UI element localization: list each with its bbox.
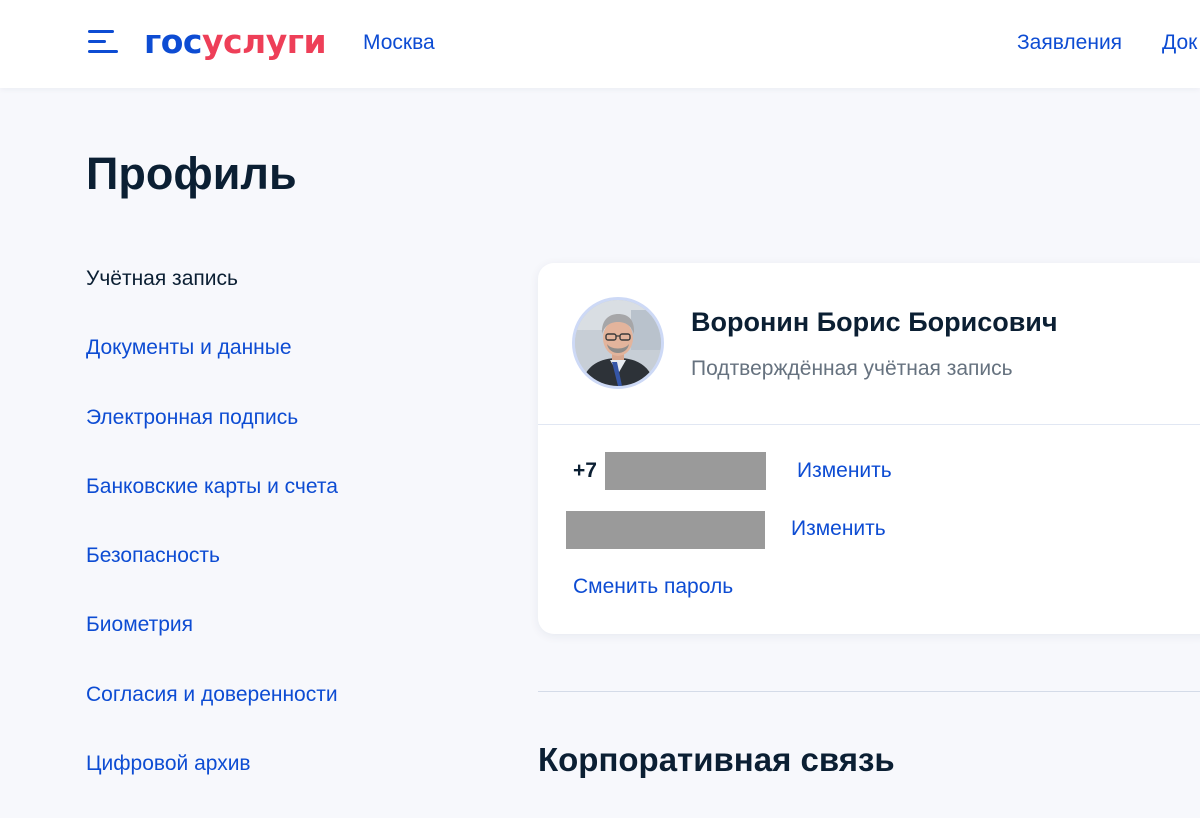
region-selector[interactable]: Москва (363, 29, 435, 57)
phone-prefix: +7 (573, 459, 597, 482)
nav-applications[interactable]: Заявления (1017, 29, 1122, 57)
change-email-link[interactable]: Изменить (791, 515, 886, 543)
sidebar-item-consents[interactable]: Согласия и доверенности (86, 680, 338, 749)
redacted-email (566, 511, 765, 549)
user-full-name: Воронин Борис Борисович (691, 307, 1058, 337)
sidebar-item-security[interactable]: Безопасность (86, 541, 338, 610)
sidebar-item-documents-and-data[interactable]: Документы и данные (86, 333, 338, 402)
nav-documents[interactable]: Док (1162, 29, 1197, 57)
change-phone-link[interactable]: Изменить (797, 457, 892, 485)
top-header: госуслуги Москва Заявления Док (0, 0, 1200, 88)
sidebar-item-bank-cards[interactable]: Банковские карты и счета (86, 472, 338, 541)
logo-part-uslugi: услуги (201, 22, 327, 61)
logo-part-gos: гос (144, 22, 202, 61)
gosuslugi-logo[interactable]: госуслуги (144, 20, 327, 64)
avatar[interactable] (572, 297, 664, 389)
sidebar-item-biometrics[interactable]: Биометрия (86, 610, 338, 679)
sidebar-item-account[interactable]: Учётная запись (86, 264, 338, 333)
profile-side-menu: Учётная запись Документы и данные Электр… (86, 264, 338, 818)
change-password-link[interactable]: Сменить пароль (573, 573, 733, 601)
profile-card: Воронин Борис Борисович Подтверждённая у… (538, 263, 1200, 634)
page-title: Профиль (86, 148, 297, 199)
section-divider (538, 691, 1200, 692)
account-status: Подтверждённая учётная запись (691, 357, 1013, 380)
sidebar-item-digital-archive[interactable]: Цифровой архив (86, 749, 338, 818)
avatar-photo-icon (575, 300, 661, 386)
redacted-phone-number (605, 452, 766, 490)
sidebar-item-electronic-signature[interactable]: Электронная подпись (86, 403, 338, 472)
card-divider (538, 424, 1200, 425)
menu-icon[interactable] (88, 30, 118, 54)
corporate-communication-heading: Корпоративная связь (538, 741, 895, 778)
